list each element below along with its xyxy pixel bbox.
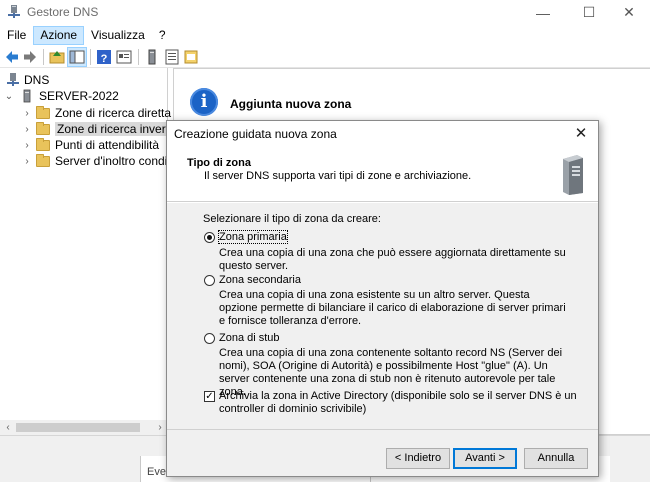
menu-help[interactable]: ?	[152, 26, 173, 45]
info-icon: i	[190, 88, 218, 116]
minimize-button[interactable]: —	[520, 0, 566, 25]
dialog-title: Creazione guidata nuova zona	[174, 127, 337, 141]
wizard-header: Tipo di zona Il server DNS supporta vari…	[167, 146, 598, 202]
menu-azione[interactable]: Azione	[33, 26, 85, 45]
radio-button[interactable]	[204, 332, 215, 344]
tree-item-trust-points[interactable]: › Punti di attendibilità	[22, 137, 159, 153]
tree-label: DNS	[24, 73, 50, 87]
minimize-icon: —	[536, 4, 550, 21]
close-icon: ✕	[623, 4, 635, 20]
radio-primary-zone[interactable]: Zona primaria	[204, 230, 288, 244]
dns-app-icon	[8, 5, 20, 18]
close-button[interactable]: ✕	[606, 0, 650, 25]
folder-icon	[36, 121, 50, 135]
tree-item-reverse-lookup[interactable]: › Zone di ricerca inversa	[22, 121, 181, 137]
wizard-step-title: Tipo di zona	[187, 157, 251, 169]
radio-stub-zone[interactable]: Zona di stub	[204, 332, 280, 344]
toolbar-separator	[43, 49, 44, 65]
back-button[interactable]: < Indietro	[386, 448, 450, 469]
chevron-right-icon[interactable]: ›	[22, 156, 32, 167]
chevron-right-icon[interactable]: ›	[22, 140, 32, 151]
wizard-body: Selezionare il tipo di zona da creare: Z…	[167, 203, 598, 429]
up-folder-icon[interactable]	[48, 48, 66, 66]
forward-arrow-icon[interactable]	[21, 48, 39, 66]
radio-label: Zona di stub	[219, 332, 280, 344]
tree-label: Punti di attendibilità	[55, 138, 160, 152]
scroll-left-icon[interactable]: ‹	[0, 420, 16, 435]
wizard-step-subtitle: Il server DNS supporta vari tipi di zone…	[204, 170, 472, 182]
folder-icon	[36, 153, 50, 167]
chevron-right-icon[interactable]: ›	[22, 108, 32, 119]
chevron-right-icon[interactable]: ›	[22, 124, 32, 135]
tree-root-dns[interactable]: DNS	[6, 72, 49, 88]
menu-bar: File Azione Visualizza ?	[0, 25, 650, 46]
properties-icon[interactable]	[115, 48, 133, 66]
tree-item-forward-lookup[interactable]: › Zone di ricerca diretta	[22, 105, 171, 121]
ad-integration-checkbox[interactable]: ✓	[204, 391, 215, 402]
console-tree-icon[interactable]	[67, 47, 87, 67]
dns-icon	[7, 73, 19, 86]
checkbox-label: Archivia la zona in Active Directory (di…	[219, 390, 577, 415]
pane-heading: Aggiunta nuova zona	[230, 97, 352, 111]
radio-secondary-zone[interactable]: Zona secondaria	[204, 274, 301, 286]
maximize-icon: ☐	[582, 4, 596, 20]
calendar-icon[interactable]	[182, 48, 200, 66]
toolbar-separator	[90, 49, 91, 65]
radio-button[interactable]	[204, 274, 215, 286]
zone-type-prompt: Selezionare il tipo di zona da creare:	[203, 213, 381, 225]
help-icon[interactable]: ?	[95, 48, 113, 66]
window-title: Gestore DNS	[27, 5, 99, 19]
chevron-down-icon[interactable]: ⌄	[4, 91, 14, 102]
server-icon[interactable]	[143, 48, 161, 66]
radio-button[interactable]	[204, 231, 215, 243]
back-arrow-icon[interactable]	[3, 48, 21, 66]
tree-item-conditional-forwarders[interactable]: › Server d'inoltro condizio	[22, 153, 183, 169]
list-view-icon[interactable]	[163, 48, 181, 66]
close-icon: ✕	[574, 125, 588, 142]
toolbar-separator	[138, 49, 139, 65]
menu-visualizza[interactable]: Visualizza	[84, 26, 152, 45]
folder-icon	[36, 137, 50, 151]
title-bar: Gestore DNS — ☐ ✕	[0, 0, 650, 25]
radio-label: Zona secondaria	[219, 274, 301, 286]
new-zone-wizard-dialog: Creazione guidata nuova zona ✕ Tipo di z…	[166, 120, 599, 477]
next-button[interactable]: Avanti >	[453, 448, 517, 469]
secondary-zone-description: Crea una copia di una zona esistente su …	[219, 289, 566, 327]
tree-label: Zone di ricerca inversa	[55, 122, 181, 136]
tree-label: Server d'inoltro condizio	[55, 154, 183, 168]
tree-label: Zone di ricerca diretta	[55, 106, 172, 120]
svg-text:?: ?	[101, 53, 108, 65]
console-tree: DNS ⌄ SERVER-2022 › Zone di ricerca dire…	[0, 68, 183, 435]
horizontal-scrollbar[interactable]: ‹ ›	[0, 420, 168, 435]
cancel-button[interactable]: Annulla	[524, 448, 588, 469]
server-tower-icon	[563, 155, 583, 195]
menu-file[interactable]: File	[0, 26, 33, 45]
dialog-close-button[interactable]: ✕	[564, 121, 598, 146]
wizard-footer: < Indietro Avanti > Annulla	[167, 429, 598, 476]
server-icon	[23, 89, 31, 103]
folder-icon	[36, 105, 50, 119]
radio-label: Zona primaria	[218, 230, 288, 244]
primary-zone-description: Crea una copia di una zona che può esser…	[219, 247, 566, 272]
tree-label: SERVER-2022	[39, 89, 119, 103]
toolbar: ?	[0, 46, 650, 68]
scroll-thumb[interactable]	[16, 423, 140, 432]
tree-item-server[interactable]: ⌄ SERVER-2022	[4, 88, 119, 104]
ad-integration-checkbox-row[interactable]: ✓ Archivia la zona in Active Directory (…	[204, 390, 579, 416]
